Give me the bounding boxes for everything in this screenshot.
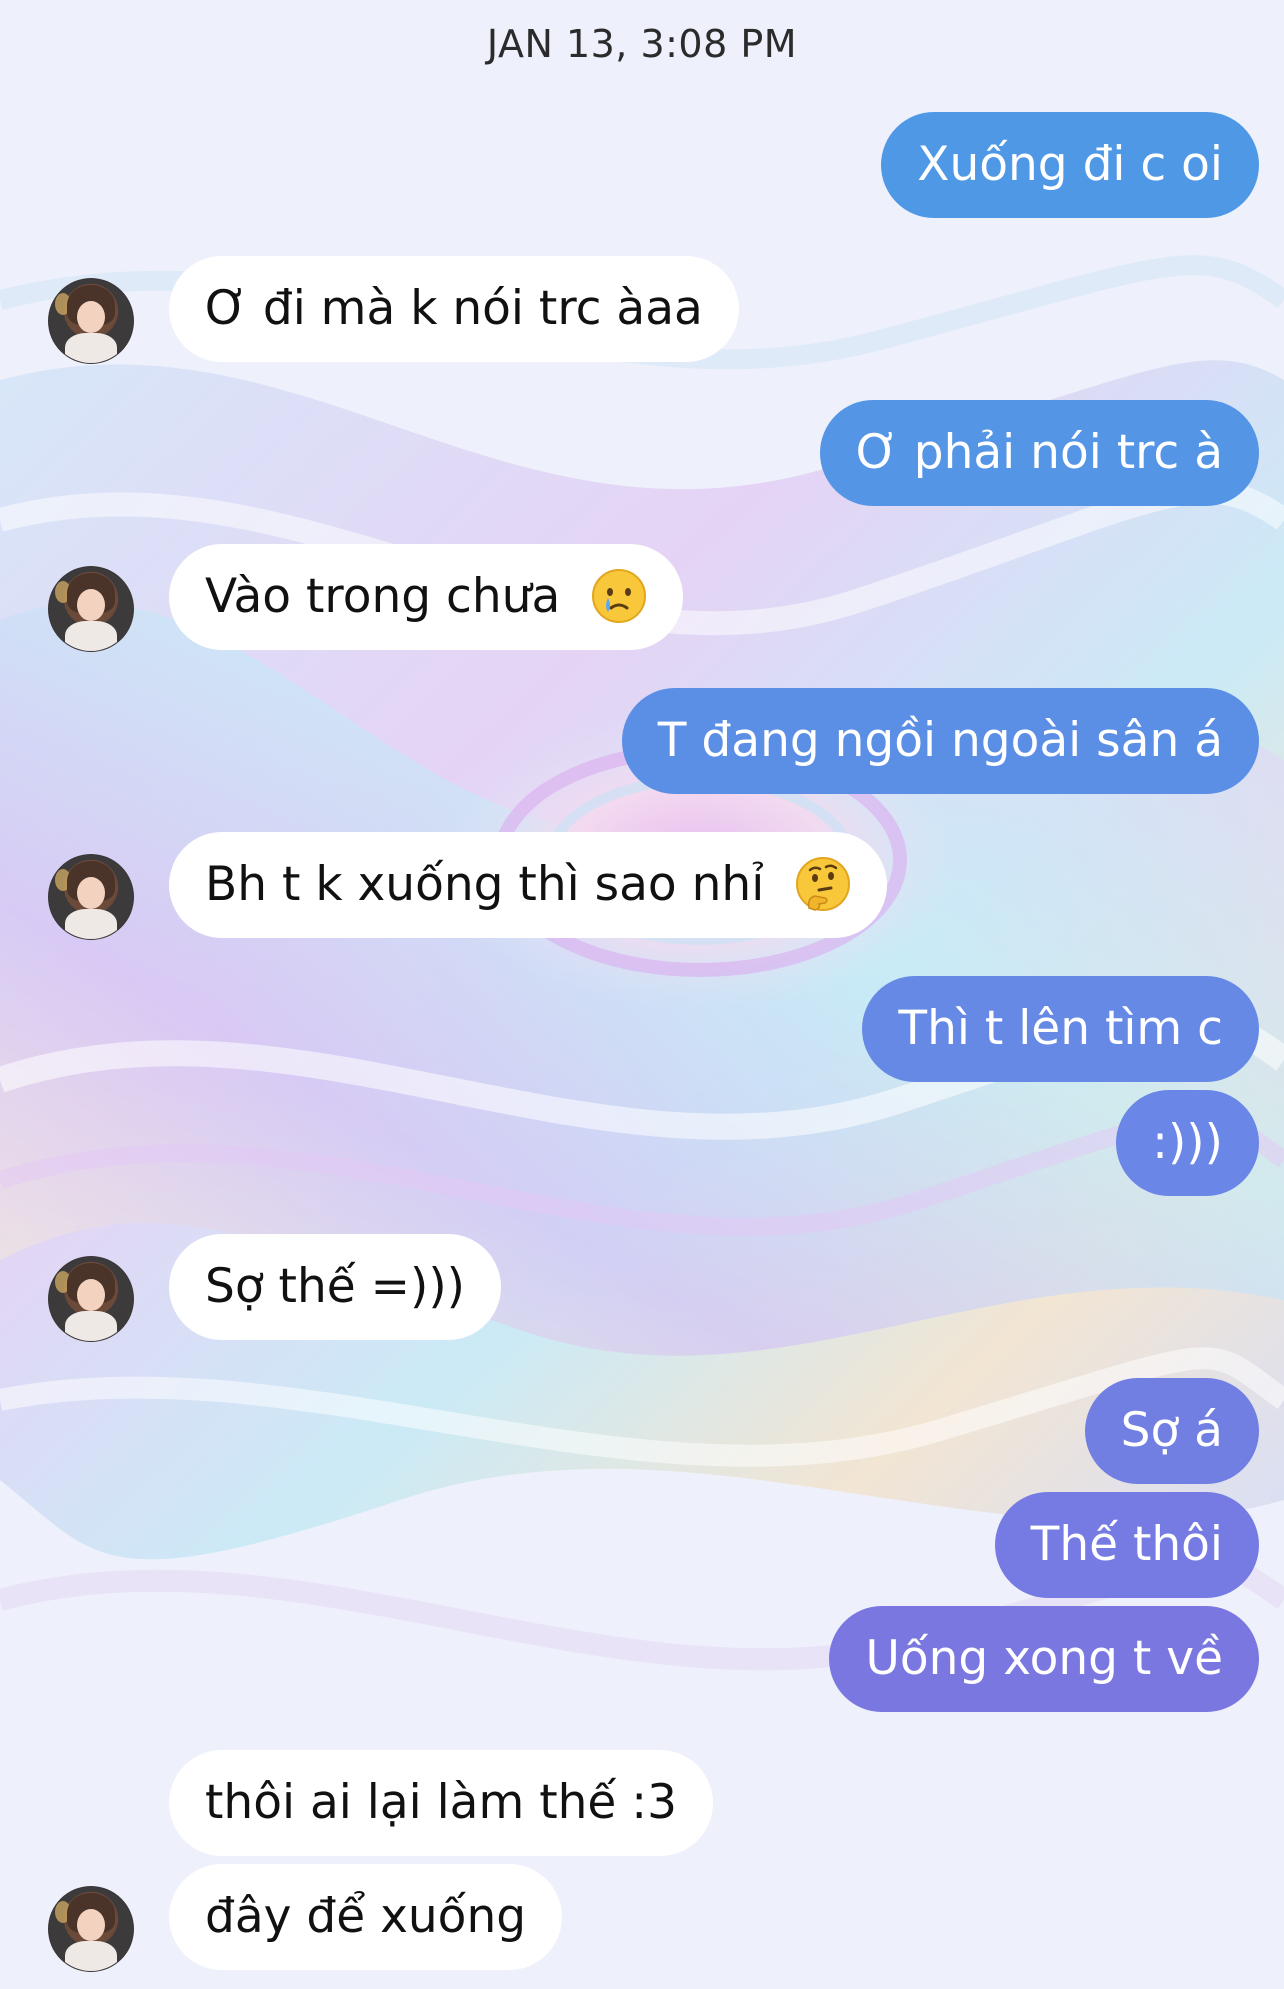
message-text: đây để xuống: [205, 1889, 527, 1944]
thinking-face-icon: [796, 856, 851, 911]
outgoing-message-bubble[interactable]: Uống xong t về: [829, 1606, 1259, 1712]
outgoing-message-bubble[interactable]: Ơ phải nói trc à: [819, 400, 1259, 506]
outgoing-message-bubble[interactable]: :))): [1116, 1090, 1259, 1196]
outgoing-message-bubble[interactable]: Thế thôi: [994, 1492, 1259, 1598]
avatar[interactable]: [48, 278, 134, 364]
incoming-message-bubble[interactable]: Ơ đi mà k nói trc àaa: [169, 256, 739, 362]
avatar[interactable]: [48, 566, 134, 652]
outgoing-message-bubble[interactable]: Thì t lên tìm c: [862, 976, 1259, 1082]
message-text: Vào trong chưa: [205, 569, 561, 624]
message-text: Ơ đi mà k nói trc àaa: [205, 281, 703, 336]
incoming-message-bubble[interactable]: Sợ thế =))): [169, 1234, 501, 1340]
avatar[interactable]: [48, 854, 134, 940]
crying-face-icon: [592, 568, 647, 623]
outgoing-message-bubble[interactable]: T đang ngồi ngoài sân á: [621, 688, 1259, 794]
chat-screen: JAN 13, 3:08 PM Xuống đi c oi Ơ đi mà k …: [0, 0, 1284, 1989]
message-text: Sợ thế =))): [205, 1259, 465, 1314]
incoming-message-bubble[interactable]: Vào trong chưa: [169, 544, 684, 650]
incoming-message-bubble[interactable]: đây để xuống: [169, 1864, 563, 1970]
message-text: T đang ngồi ngoài sân á: [657, 713, 1223, 768]
outgoing-message-bubble[interactable]: Xuống đi c oi: [881, 112, 1259, 218]
message-text: Ơ phải nói trc à: [855, 425, 1223, 480]
message-text: Uống xong t về: [865, 1631, 1223, 1686]
message-text: Sợ á: [1120, 1403, 1223, 1458]
message-text: Bh t k xuống thì sao nhỉ: [205, 857, 765, 912]
message-text: thôi ai lại làm thế :3: [205, 1775, 678, 1830]
message-text: Thế thôi: [1030, 1517, 1223, 1572]
message-text: :))): [1152, 1115, 1223, 1170]
message-text: Xuống đi c oi: [917, 137, 1223, 192]
incoming-message-bubble[interactable]: Bh t k xuống thì sao nhỉ: [169, 832, 888, 938]
avatar[interactable]: [48, 1256, 134, 1342]
incoming-message-bubble[interactable]: thôi ai lại làm thế :3: [169, 1750, 714, 1856]
avatar[interactable]: [48, 1886, 134, 1972]
outgoing-message-bubble[interactable]: Sợ á: [1084, 1378, 1259, 1484]
message-text: Thì t lên tìm c: [898, 1001, 1223, 1056]
conversation-timestamp: JAN 13, 3:08 PM: [486, 22, 798, 66]
